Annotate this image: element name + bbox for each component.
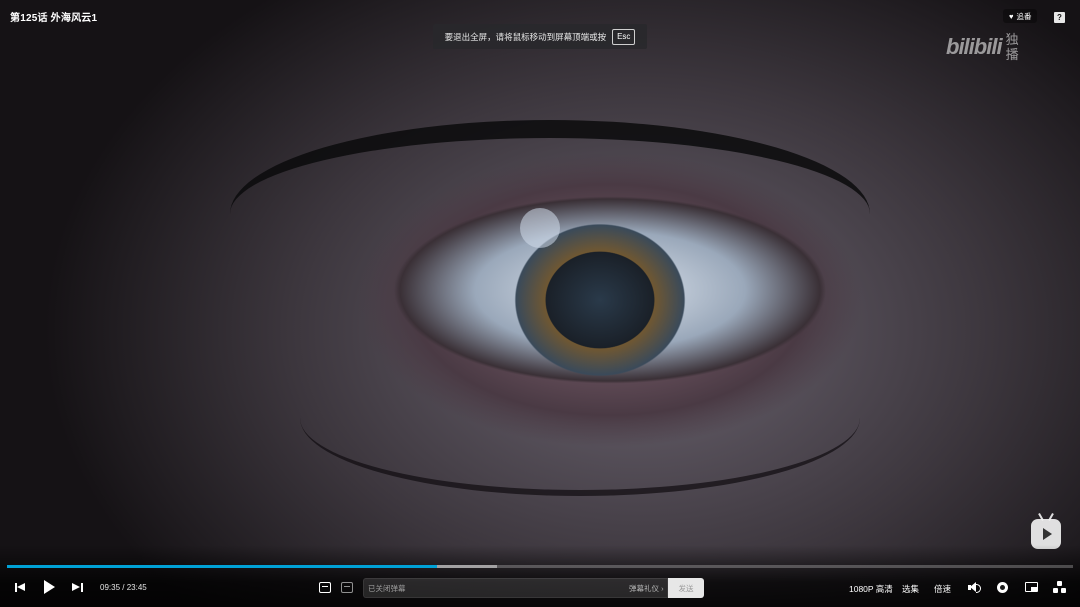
bilibili-watermark: bilibili 独 播 — [946, 32, 1019, 62]
heart-icon: ♥ — [1009, 11, 1014, 21]
quality-button[interactable]: 1080P 高清 — [849, 583, 893, 595]
danmaku-settings-icon[interactable] — [341, 581, 354, 593]
previous-episode-icon[interactable] — [15, 582, 26, 593]
esc-key-badge: Esc — [612, 28, 636, 45]
picture-in-picture-icon[interactable] — [1025, 582, 1038, 593]
fullscreen-icon[interactable] — [1053, 581, 1066, 594]
episode-title: 第125话 外海风云1 — [10, 13, 98, 24]
progress-bar[interactable] — [7, 565, 1073, 568]
help-button[interactable]: ? — [1054, 12, 1065, 23]
watermark-tag-line1: 独 — [1005, 32, 1019, 47]
fullscreen-exit-hint: 要退出全屏，请将鼠标移动到屏幕顶端或按 Esc — [433, 24, 647, 49]
follow-label: 追番 — [1016, 11, 1032, 21]
total-time: 23:45 — [126, 583, 147, 592]
fullscreen-hint-text: 要退出全屏，请将鼠标移动到屏幕顶端或按 — [444, 31, 607, 42]
watermark-brand: bilibili — [946, 34, 1003, 59]
danmaku-input[interactable]: 已关闭弹幕 — [363, 578, 668, 598]
episodes-button[interactable]: 选集 — [902, 583, 919, 595]
time-display: 09:35 / 23:45 — [100, 583, 147, 592]
time-separator: / — [122, 583, 125, 592]
next-episode-icon[interactable] — [72, 582, 83, 593]
gear-icon[interactable] — [996, 581, 1009, 594]
progress-played — [7, 565, 437, 568]
follow-button[interactable]: ♥ 追番 — [1003, 9, 1038, 23]
watermark-tag: 独 播 — [1006, 32, 1019, 62]
tv-play-glyph — [1043, 528, 1052, 540]
danmaku-etiquette-link[interactable]: 弹幕礼仪 › — [629, 583, 664, 594]
current-time: 09:35 — [100, 583, 121, 592]
play-icon[interactable] — [43, 580, 55, 594]
video-frame[interactable] — [0, 0, 1080, 607]
danmaku-toggle-icon[interactable] — [319, 581, 332, 593]
volume-icon[interactable] — [968, 582, 981, 593]
danmaku-send-button[interactable]: 发送 — [668, 578, 704, 598]
watermark-tag-line2: 播 — [1005, 47, 1019, 62]
eye-lower-lashes — [300, 340, 860, 496]
speed-button[interactable]: 倍速 — [934, 583, 951, 595]
eye-highlight — [520, 208, 560, 248]
